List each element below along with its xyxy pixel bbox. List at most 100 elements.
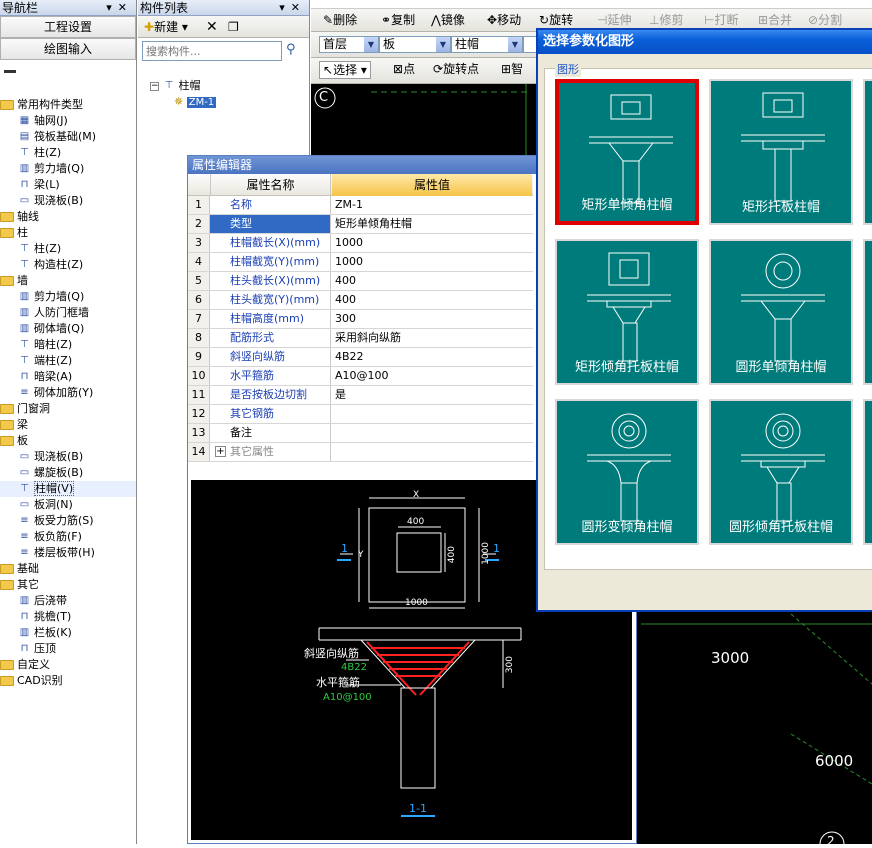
tree-item[interactable]: ≡ 砌体加筋(Y)	[0, 385, 136, 401]
property-value[interactable]: 采用斜向纵筋	[332, 329, 532, 347]
tree-item[interactable]: ⊓ 压顶	[0, 641, 136, 657]
round-variable-slope-capital-tile[interactable]: 圆形变倾角柱帽	[555, 399, 699, 545]
tree-item[interactable]: ▥ 剪力墙(Q)	[0, 289, 136, 305]
rotate-point-button[interactable]: ⟳旋转点	[433, 61, 479, 77]
property-value[interactable]: 400	[332, 291, 532, 309]
tree-folder[interactable]: 轴线	[0, 209, 136, 225]
tree-item[interactable]: ▥ 砌体墙(Q)	[0, 321, 136, 337]
delete-icon[interactable]: ✕	[206, 19, 218, 35]
tree-item[interactable]: ⊤ 暗柱(Z)	[0, 337, 136, 353]
property-row[interactable]: 2 类型 矩形单倾角柱帽	[188, 215, 533, 234]
rotate-button[interactable]: ↻旋转	[539, 12, 573, 28]
tree-item[interactable]: ▥ 人防门框墙	[0, 305, 136, 321]
tree-item[interactable]: ≡ 板负筋(F)	[0, 529, 136, 545]
tree-child[interactable]: ✵ ZM-1	[150, 94, 217, 110]
project-settings-button[interactable]: 工程设置	[0, 16, 136, 38]
round-single-slope-capital-tile[interactable]: 圆形单倾角柱帽	[709, 239, 853, 385]
tree-item[interactable]: ≡ 板受力筋(S)	[0, 513, 136, 529]
collapse-icon[interactable]	[4, 70, 16, 73]
floor-select[interactable]: 首层 ▼	[319, 36, 379, 53]
tree-item[interactable]: ▤ 筏板基础(M)	[0, 129, 136, 145]
point-button[interactable]: ⊠点	[393, 61, 415, 77]
tree-item[interactable]: ▭ 现浇板(B)	[0, 449, 136, 465]
trim-button[interactable]: ⊥修剪	[649, 12, 683, 28]
property-row[interactable]: 1 名称 ZM-1	[188, 196, 533, 215]
type-select[interactable]: 柱帽 ▼	[451, 36, 523, 53]
tree-root[interactable]: − ⊤ 柱帽	[150, 78, 216, 94]
property-row[interactable]: 11 是否按板边切割是	[188, 386, 533, 405]
property-value[interactable]: 300	[332, 310, 532, 328]
mirror-button[interactable]: ⋀镜像	[431, 12, 465, 28]
rect-slope-drop-panel-capital-tile[interactable]: 矩形倾角托板柱帽	[555, 239, 699, 385]
collapse-box-icon[interactable]: −	[150, 81, 159, 91]
rect-drop-panel-capital-tile[interactable]: 矩形托板柱帽	[709, 79, 853, 225]
property-value[interactable]: 矩形单倾角柱帽	[332, 215, 532, 233]
property-value[interactable]: 400	[332, 272, 532, 290]
property-row[interactable]: 12 其它钢筋	[188, 405, 533, 424]
property-row[interactable]: 5 柱头截长(X)(mm) 400	[188, 272, 533, 291]
partial-tile[interactable]	[863, 239, 872, 385]
split-button[interactable]: ⊘分割	[808, 12, 842, 28]
tree-item[interactable]: ▥ 后浇带	[0, 593, 136, 609]
property-value[interactable]: 1000	[332, 234, 532, 252]
tree-folder[interactable]: CAD识别	[0, 673, 136, 689]
tree-item[interactable]: ▭ 螺旋板(B)	[0, 465, 136, 481]
property-row[interactable]: 6 柱头截宽(Y)(mm) 400	[188, 291, 533, 310]
partial-tile[interactable]	[863, 399, 872, 545]
tree-folder[interactable]: 其它	[0, 577, 136, 593]
tree-folder[interactable]: 板	[0, 433, 136, 449]
partial-tile[interactable]	[863, 79, 872, 225]
tree-item[interactable]: ▦ 轴网(J)	[0, 113, 136, 129]
tree-folder[interactable]: 自定义	[0, 657, 136, 673]
delete-button[interactable]: ✎删除	[323, 12, 357, 28]
property-row[interactable]: 8 配筋形式 采用斜向纵筋	[188, 329, 533, 348]
expand-plus-icon[interactable]: +	[215, 446, 226, 457]
property-value[interactable]: A10@100	[332, 367, 532, 385]
tree-item[interactable]: ⊓ 暗梁(A)	[0, 369, 136, 385]
drawing-input-button[interactable]: 绘图输入	[0, 38, 136, 60]
extend-button[interactable]: ⊣延伸	[597, 12, 631, 28]
property-row[interactable]: 13 备注	[188, 424, 533, 443]
property-value[interactable]	[332, 424, 532, 442]
property-row[interactable]: 14 其它属性 +	[188, 443, 533, 462]
break-button[interactable]: ⊢打断	[704, 12, 738, 28]
tree-item[interactable]: ⊤ 柱帽(V)	[0, 481, 136, 497]
search-icon[interactable]: ⚲	[286, 42, 296, 57]
property-value[interactable]: 1000	[332, 253, 532, 271]
property-value[interactable]: 是	[332, 386, 532, 404]
smart-button[interactable]: ⊞智	[501, 61, 523, 77]
select-button[interactable]: ↖选择 ▾	[319, 61, 371, 79]
rect-single-slope-capital-tile[interactable]: 矩形单倾角柱帽	[555, 79, 699, 225]
tree-folder[interactable]: 梁	[0, 417, 136, 433]
copy-button[interactable]: ⚭复制	[381, 12, 415, 28]
tree-folder[interactable]: 柱	[0, 225, 136, 241]
merge-button[interactable]: ⊞合并	[758, 12, 792, 28]
property-row[interactable]: 4 柱帽截宽(Y)(mm) 1000	[188, 253, 533, 272]
tree-item[interactable]: ⊤ 柱(Z)	[0, 241, 136, 257]
search-input[interactable]	[142, 41, 282, 61]
property-value[interactable]	[332, 443, 532, 461]
tree-folder[interactable]: 墙	[0, 273, 136, 289]
tree-folder[interactable]: 门窗洞	[0, 401, 136, 417]
tree-item[interactable]: ▭ 现浇板(B)	[0, 193, 136, 209]
tree-item[interactable]: ≡ 楼层板带(H)	[0, 545, 136, 561]
tree-item[interactable]: ⊤ 柱(Z)	[0, 145, 136, 161]
panel-pin-close-icons[interactable]: ▾✕	[106, 0, 133, 16]
property-row[interactable]: 3 柱帽截长(X)(mm) 1000	[188, 234, 533, 253]
tree-item[interactable]: ▭ 板洞(N)	[0, 497, 136, 513]
new-button[interactable]: ✚新建 ▾	[144, 19, 188, 35]
property-value[interactable]	[332, 405, 532, 423]
tree-folder[interactable]: 常用构件类型	[0, 97, 136, 113]
tree-item[interactable]: ▥ 栏板(K)	[0, 625, 136, 641]
tree-item[interactable]: ⊤ 端柱(Z)	[0, 353, 136, 369]
copy-icon[interactable]: ❐	[228, 19, 239, 35]
category-select[interactable]: 板 ▼	[379, 36, 451, 53]
move-button[interactable]: ✥移动	[487, 12, 521, 28]
panel-pin-close-icons[interactable]: ▾✕	[279, 0, 306, 16]
property-row[interactable]: 9 斜竖向纵筋 4B22	[188, 348, 533, 367]
round-slope-drop-panel-capital-tile[interactable]: 圆形倾角托板柱帽	[709, 399, 853, 545]
property-value[interactable]: ZM-1	[332, 196, 532, 214]
tree-item[interactable]: ⊤ 构造柱(Z)	[0, 257, 136, 273]
property-row[interactable]: 10 水平箍筋 A10@100	[188, 367, 533, 386]
property-value[interactable]: 4B22	[332, 348, 532, 366]
